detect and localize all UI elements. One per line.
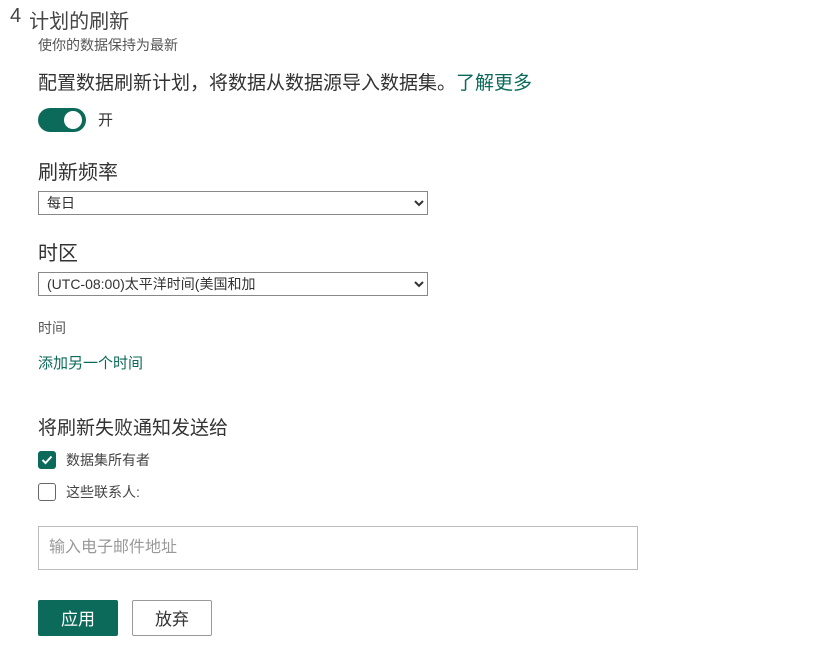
time-label: 时间: [38, 318, 807, 338]
frequency-label: 刷新频率: [38, 156, 807, 185]
owner-checkbox-label: 数据集所有者: [66, 450, 150, 470]
section-title: 计划的刷新: [29, 5, 129, 34]
item-number: 4: [10, 5, 21, 28]
notify-label: 将刷新失败通知发送给: [38, 413, 807, 440]
description-row: 配置数据刷新计划，将数据从数据源导入数据集。了解更多: [38, 71, 807, 98]
contacts-checkbox[interactable]: [38, 483, 56, 501]
discard-button[interactable]: 放弃: [132, 600, 212, 636]
description-text: 配置数据刷新计划，将数据从数据源导入数据集。: [38, 73, 456, 94]
owner-checkbox[interactable]: [38, 451, 56, 469]
toggle-label: 开: [98, 109, 113, 130]
frequency-select[interactable]: 每日: [38, 191, 428, 215]
add-time-link[interactable]: 添加另一个时间: [38, 352, 143, 373]
learn-more-link[interactable]: 了解更多: [456, 73, 532, 94]
check-icon: [41, 454, 53, 466]
timezone-label: 时区: [38, 237, 807, 266]
section-subtitle: 使你的数据保持为最新: [38, 35, 807, 55]
contacts-checkbox-label: 这些联系人:: [66, 482, 140, 502]
refresh-toggle[interactable]: [38, 108, 86, 132]
email-input[interactable]: [38, 526, 638, 570]
apply-button[interactable]: 应用: [38, 600, 118, 636]
timezone-select[interactable]: (UTC-08:00)太平洋时间(美国和加: [38, 272, 428, 296]
